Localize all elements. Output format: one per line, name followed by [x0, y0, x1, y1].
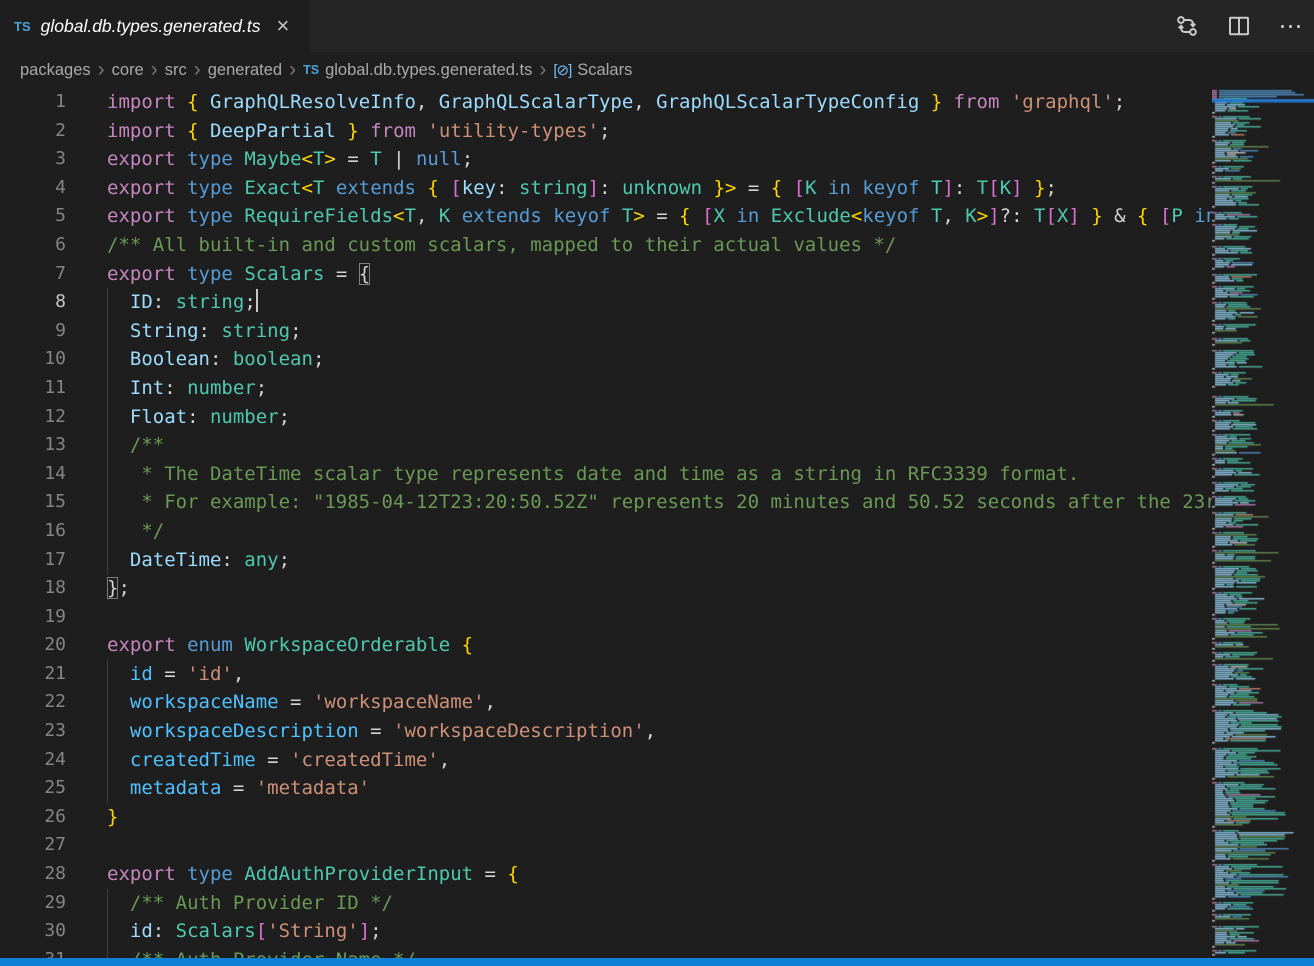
code-line[interactable]: 12 Float: number;	[0, 403, 1212, 432]
minimap[interactable]	[1212, 88, 1314, 958]
code-line[interactable]: 31 /** Auth Provider Name */	[0, 946, 1212, 958]
line-number[interactable]: 27	[0, 831, 66, 860]
tab-global-db-types-generated[interactable]: TS global.db.types.generated.ts ×	[0, 0, 310, 52]
code-line[interactable]: 18};	[0, 574, 1212, 603]
breadcrumb-item-packages[interactable]: packages	[20, 61, 91, 80]
code-line[interactable]: 7export type Scalars = {	[0, 260, 1212, 289]
code-line[interactable]: 29 /** Auth Provider ID */	[0, 889, 1212, 918]
line-number[interactable]: 5	[0, 202, 66, 231]
code-line[interactable]: 9 String: string;	[0, 317, 1212, 346]
code-line[interactable]: 26}	[0, 803, 1212, 832]
breadcrumb-item-core[interactable]: core	[112, 61, 144, 80]
line-number[interactable]: 13	[0, 431, 66, 460]
split-editor-icon[interactable]	[1224, 11, 1254, 41]
tab-title: global.db.types.generated.ts	[41, 16, 261, 37]
breadcrumb: packages › core › src › generated › TS g…	[0, 52, 1314, 88]
breadcrumb-item-generated[interactable]: generated	[208, 61, 282, 80]
breadcrumb-item-filename[interactable]: global.db.types.generated.ts	[325, 61, 532, 80]
line-number[interactable]: 3	[0, 145, 66, 174]
tab-bar: TS global.db.types.generated.ts ×	[0, 0, 1314, 52]
line-number[interactable]: 26	[0, 803, 66, 832]
line-number[interactable]: 28	[0, 860, 66, 889]
code-line[interactable]: 22 workspaceName = 'workspaceName',	[0, 688, 1212, 717]
code-line[interactable]: 17 DateTime: any;	[0, 546, 1212, 575]
symbol-type-icon: [⊘]	[553, 61, 571, 79]
line-number[interactable]: 16	[0, 517, 66, 546]
line-number[interactable]: 14	[0, 460, 66, 489]
line-number[interactable]: 12	[0, 403, 66, 432]
typescript-file-icon: TS	[303, 63, 319, 77]
chevron-right-icon: ›	[289, 59, 296, 80]
line-number[interactable]: 1	[0, 88, 66, 117]
line-number[interactable]: 8	[0, 288, 66, 317]
code-line[interactable]: 5export type RequireFields<T, K extends …	[0, 202, 1212, 231]
breadcrumb-item-scalars[interactable]: Scalars	[577, 61, 632, 80]
typescript-file-icon: TS	[14, 19, 31, 34]
line-number[interactable]: 31	[0, 946, 66, 958]
code-line[interactable]: 14 * The DateTime scalar type represents…	[0, 460, 1212, 489]
code-line[interactable]: 24 createdTime = 'createdTime',	[0, 746, 1212, 775]
line-number[interactable]: 18	[0, 574, 66, 603]
editor-actions: ⋯	[1172, 0, 1306, 52]
code-line[interactable]: 13 /**	[0, 431, 1212, 460]
text-cursor	[256, 289, 258, 312]
line-number[interactable]: 15	[0, 488, 66, 517]
line-number[interactable]: 21	[0, 660, 66, 689]
line-number[interactable]: 20	[0, 631, 66, 660]
code-line[interactable]: 23 workspaceDescription = 'workspaceDesc…	[0, 717, 1212, 746]
line-number[interactable]: 25	[0, 774, 66, 803]
line-number[interactable]: 23	[0, 717, 66, 746]
line-number[interactable]: 19	[0, 603, 66, 632]
code-line[interactable]: 21 id = 'id',	[0, 660, 1212, 689]
breadcrumb-item-src[interactable]: src	[165, 61, 187, 80]
indent-guide	[107, 889, 108, 958]
code-line[interactable]: 2import { DeepPartial } from 'utility-ty…	[0, 117, 1212, 146]
code-line[interactable]: 25 metadata = 'metadata'	[0, 774, 1212, 803]
code-line[interactable]: 3export type Maybe<T> = T | null;	[0, 145, 1212, 174]
line-number[interactable]: 30	[0, 917, 66, 946]
code-line[interactable]: 20export enum WorkspaceOrderable {	[0, 631, 1212, 660]
line-number[interactable]: 9	[0, 317, 66, 346]
code-line[interactable]: 10 Boolean: boolean;	[0, 345, 1212, 374]
line-number[interactable]: 22	[0, 688, 66, 717]
chevron-right-icon: ›	[151, 59, 158, 80]
vscode-window: TS global.db.types.generated.ts ×	[0, 0, 1314, 966]
code-line[interactable]: 16 */	[0, 517, 1212, 546]
status-bar	[0, 958, 1314, 966]
code-line[interactable]: 28export type AddAuthProviderInput = {	[0, 860, 1212, 889]
line-number[interactable]: 29	[0, 889, 66, 918]
more-actions-icon[interactable]: ⋯	[1276, 11, 1306, 41]
line-number[interactable]: 11	[0, 374, 66, 403]
code-line[interactable]: 11 Int: number;	[0, 374, 1212, 403]
open-changes-icon[interactable]	[1172, 11, 1202, 41]
code-line[interactable]: 1import { GraphQLResolveInfo, GraphQLSca…	[0, 88, 1212, 117]
code-area[interactable]: 1import { GraphQLResolveInfo, GraphQLSca…	[0, 88, 1212, 958]
close-tab-icon[interactable]: ×	[277, 15, 290, 37]
code-line[interactable]: 8 ID: string;	[0, 288, 1212, 317]
line-number[interactable]: 2	[0, 117, 66, 146]
line-number[interactable]: 4	[0, 174, 66, 203]
code-line[interactable]: 30 id: Scalars['String'];	[0, 917, 1212, 946]
line-number[interactable]: 7	[0, 260, 66, 289]
chevron-right-icon: ›	[194, 59, 201, 80]
indent-guide	[107, 288, 108, 574]
code-line[interactable]: 19	[0, 603, 1212, 632]
code-line[interactable]: 4export type Exact<T extends { [key: str…	[0, 174, 1212, 203]
line-number[interactable]: 10	[0, 345, 66, 374]
indent-guide	[107, 660, 108, 803]
code-line[interactable]: 27	[0, 831, 1212, 860]
chevron-right-icon: ›	[539, 59, 546, 80]
editor[interactable]: 1import { GraphQLResolveInfo, GraphQLSca…	[0, 88, 1314, 958]
line-number[interactable]: 6	[0, 231, 66, 260]
chevron-right-icon: ›	[98, 59, 105, 80]
code-line[interactable]: 6/** All built-in and custom scalars, ma…	[0, 231, 1212, 260]
code-line[interactable]: 15 * For example: "1985-04-12T23:20:50.5…	[0, 488, 1212, 517]
line-number[interactable]: 17	[0, 546, 66, 575]
line-number[interactable]: 24	[0, 746, 66, 775]
